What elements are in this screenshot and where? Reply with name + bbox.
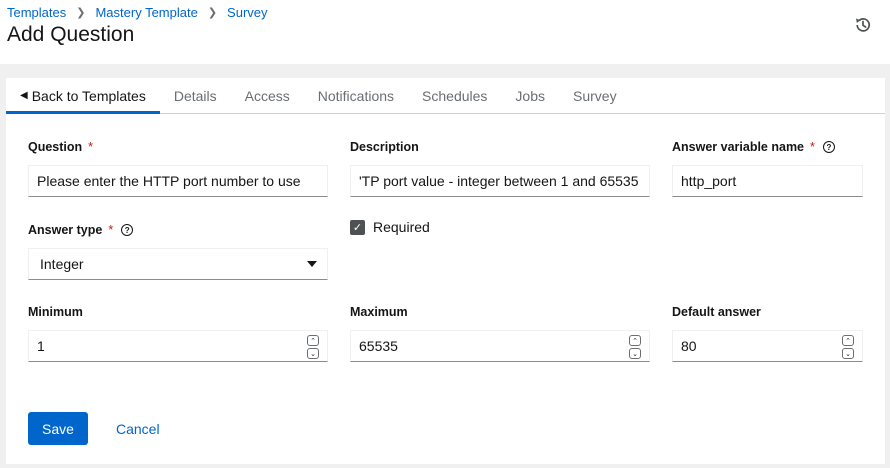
answer-type-select[interactable]: Integer	[28, 248, 328, 280]
variable-name-label: Answer variable name * ?	[672, 140, 835, 154]
maximum-spinner: ⌃ ⌄	[629, 335, 641, 359]
breadcrumb-survey[interactable]: Survey	[227, 5, 267, 20]
tab-schedules[interactable]: Schedules	[408, 78, 501, 113]
decrement-icon[interactable]: ⌄	[842, 348, 854, 359]
minimum-label: Minimum	[28, 305, 83, 319]
decrement-icon[interactable]: ⌄	[629, 348, 641, 359]
cancel-button[interactable]: Cancel	[110, 412, 166, 445]
default-answer-spinner: ⌃ ⌄	[842, 335, 854, 359]
required-checkbox-row[interactable]: ✓ Required	[350, 219, 430, 235]
answer-type-label: Answer type * ?	[28, 223, 134, 237]
page-header: Templates ❯ Mastery Template ❯ Survey Ad…	[0, 0, 890, 64]
save-button[interactable]: Save	[28, 412, 88, 445]
chevron-right-icon: ❯	[76, 7, 86, 19]
minimum-label-text: Minimum	[28, 305, 83, 319]
tab-jobs[interactable]: Jobs	[501, 78, 559, 113]
question-label: Question *	[28, 140, 93, 154]
tab-notifications[interactable]: Notifications	[304, 78, 408, 113]
question-label-text: Question	[28, 140, 83, 154]
tab-label: Back to Templates	[31, 87, 146, 104]
survey-question-card: ◀ Back to Templates Details Access Notif…	[6, 78, 885, 464]
increment-icon[interactable]: ⌃	[307, 335, 319, 346]
default-answer-label: Default answer	[672, 305, 761, 319]
tab-survey[interactable]: Survey	[559, 78, 631, 113]
answer-type-label-text: Answer type	[28, 223, 103, 237]
required-marker: *	[108, 223, 114, 237]
increment-icon[interactable]: ⌃	[842, 335, 854, 346]
breadcrumb: Templates ❯ Mastery Template ❯ Survey	[7, 5, 268, 20]
description-input[interactable]: 'TP port value - integer between 1 and 6…	[350, 165, 650, 197]
description-label: Description	[350, 140, 419, 154]
page-title: Add Question	[7, 23, 135, 46]
answer-type-value: Integer	[40, 256, 84, 272]
tab-details[interactable]: Details	[160, 78, 231, 113]
variable-name-label-text: Answer variable name	[672, 140, 805, 154]
decrement-icon[interactable]: ⌄	[307, 348, 319, 359]
breadcrumb-templates[interactable]: Templates	[7, 5, 66, 20]
increment-icon[interactable]: ⌃	[629, 335, 641, 346]
default-answer-value: 80	[681, 338, 697, 354]
required-marker: *	[88, 140, 94, 154]
default-answer-input[interactable]: 80 ⌃ ⌄	[672, 330, 863, 362]
caret-down-icon	[307, 261, 317, 267]
caret-left-icon: ◀	[20, 90, 28, 101]
variable-name-input[interactable]: http_port	[672, 165, 863, 197]
breadcrumb-mastery-template[interactable]: Mastery Template	[95, 5, 197, 20]
tab-access[interactable]: Access	[231, 78, 304, 113]
tab-back-to-templates[interactable]: ◀ Back to Templates	[6, 78, 160, 114]
help-icon[interactable]: ?	[121, 224, 134, 236]
description-label-text: Description	[350, 140, 419, 154]
chevron-right-icon: ❯	[207, 7, 218, 19]
maximum-input[interactable]: 65535 ⌃ ⌄	[350, 330, 650, 362]
history-icon[interactable]	[854, 16, 872, 34]
maximum-value: 65535	[359, 338, 398, 354]
maximum-label: Maximum	[350, 305, 408, 319]
required-checkbox[interactable]: ✓	[350, 219, 365, 235]
default-answer-label-text: Default answer	[672, 305, 761, 319]
tab-bar: ◀ Back to Templates Details Access Notif…	[6, 78, 885, 114]
maximum-label-text: Maximum	[350, 305, 408, 319]
minimum-input[interactable]: 1 ⌃ ⌄	[28, 330, 328, 362]
minimum-spinner: ⌃ ⌄	[307, 335, 319, 359]
minimum-value: 1	[37, 338, 45, 354]
required-marker: *	[810, 140, 815, 154]
help-icon[interactable]: ?	[822, 141, 835, 153]
required-checkbox-label: Required	[373, 219, 430, 235]
question-input[interactable]: Please enter the HTTP port number to use	[28, 165, 328, 197]
